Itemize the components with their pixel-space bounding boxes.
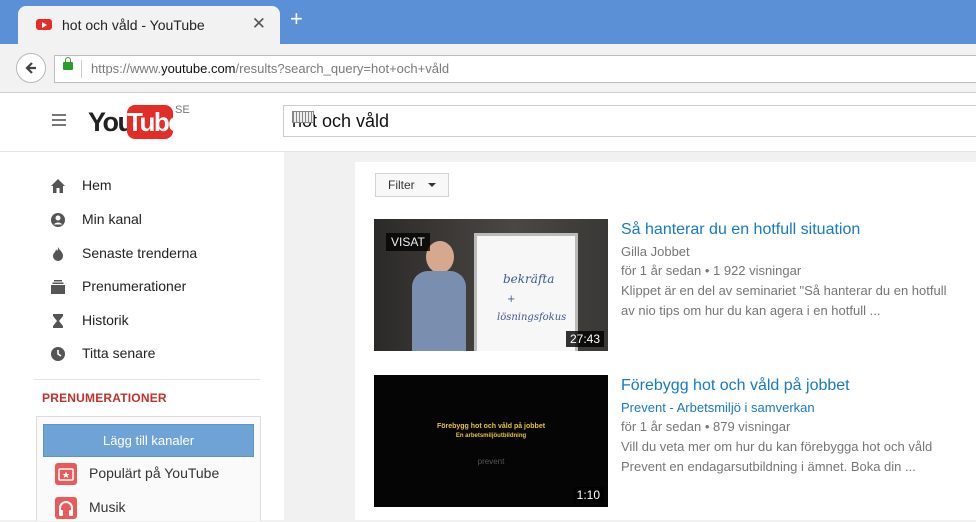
flame-icon: [53, 247, 63, 261]
clock-icon: [51, 347, 65, 361]
url-text: https://www.youtube.com/results?search_q…: [91, 61, 450, 76]
headphones-icon: [55, 497, 77, 519]
tab-title: hot och våld - YouTube: [62, 17, 205, 33]
thumbnail-title-text: Förebygg hot och våld på jobbet: [436, 423, 546, 430]
whiteboard-text: lösningsfokus: [497, 312, 567, 323]
back-button[interactable]: [16, 53, 46, 83]
video-thumbnail[interactable]: bekräfta + lösningsfokus VISAT 27:43: [374, 219, 608, 351]
video-meta: för 1 år sedan • 1 922 visningar: [621, 263, 802, 278]
video-description: Prevent en endagarsutbildning i ämnet. B…: [621, 459, 916, 474]
menu-icon[interactable]: [52, 119, 66, 121]
video-meta: för 1 år sedan • 879 visningar: [621, 419, 791, 434]
new-tab-button[interactable]: +: [290, 8, 303, 30]
sidebar-divider: [34, 379, 260, 380]
url-separator: [81, 60, 82, 78]
account-icon: [51, 213, 65, 227]
thumbnail-subtitle-text: En arbetsmiljöutbildning: [455, 433, 527, 439]
thumbnail-logo-text: prevent: [477, 457, 505, 466]
video-channel-link[interactable]: Prevent - Arbetsmiljö i samverkan: [621, 400, 815, 415]
popular-icon: [55, 463, 77, 485]
back-arrow-icon: [25, 62, 36, 74]
hourglass-icon: [53, 314, 63, 328]
keyboard-icon[interactable]: [292, 111, 314, 123]
video-description: av nio tips om hur du kan agera i en hot…: [621, 303, 881, 318]
subscriptions-heading: PRENUMERATIONER: [42, 391, 167, 405]
watched-badge: VISAT: [386, 233, 430, 251]
browser-tab[interactable]: hot och våld - YouTube ✕: [18, 6, 280, 44]
url-field[interactable]: https://www.youtube.com/results?search_q…: [54, 55, 976, 83]
youtube-header: You Tube SE hot och våld: [0, 93, 976, 152]
whiteboard-text: bekräfta: [503, 272, 555, 286]
video-title-link[interactable]: Förebygg hot och våld på jobbet: [621, 377, 850, 395]
logo-region: SE: [175, 104, 190, 116]
lock-icon: [63, 57, 73, 70]
browser-tab-bar: hot och våld - YouTube ✕ +: [0, 0, 976, 44]
youtube-favicon-icon: [36, 19, 52, 30]
whiteboard: bekräfta + lösningsfokus: [474, 233, 578, 351]
add-channels-button[interactable]: Lägg till kanaler: [43, 424, 254, 457]
logo-you[interactable]: You: [88, 107, 134, 138]
subscriptions-icon: [51, 280, 65, 294]
video-description: Klippet är en del av seminariet "Så hant…: [621, 283, 947, 298]
video-title-link[interactable]: Så hanterar du en hotfull situation: [621, 221, 860, 239]
home-icon: [51, 179, 65, 193]
guide-sidebar: Hem Min kanal Senaste trenderna Prenumer…: [0, 152, 284, 521]
video-duration: 27:43: [565, 331, 604, 347]
video-duration: 1:10: [572, 487, 604, 503]
address-bar: https://www.youtube.com/results?search_q…: [0, 44, 976, 93]
presenter-body: [412, 271, 466, 351]
whiteboard-plus: +: [507, 294, 516, 305]
logo-tube[interactable]: Tube: [127, 105, 183, 139]
search-results: Filter bekräfta + lösningsfokus VISAT 27…: [355, 162, 976, 520]
presenter-figure: [426, 241, 454, 273]
tab-close-icon[interactable]: ✕: [252, 14, 266, 34]
video-description: Vill du veta mer om hur du kan förebygga…: [621, 439, 933, 454]
subscriptions-panel: Lägg till kanaler Populärt på YouTube Mu…: [36, 416, 261, 521]
video-thumbnail[interactable]: Förebygg hot och våld på jobbet En arbet…: [374, 375, 608, 507]
url-domain: youtube.com: [161, 61, 236, 76]
video-channel-link[interactable]: Gilla Jobbet: [621, 244, 690, 259]
filter-button[interactable]: Filter: [375, 173, 449, 197]
search-input[interactable]: hot och våld: [283, 105, 976, 137]
